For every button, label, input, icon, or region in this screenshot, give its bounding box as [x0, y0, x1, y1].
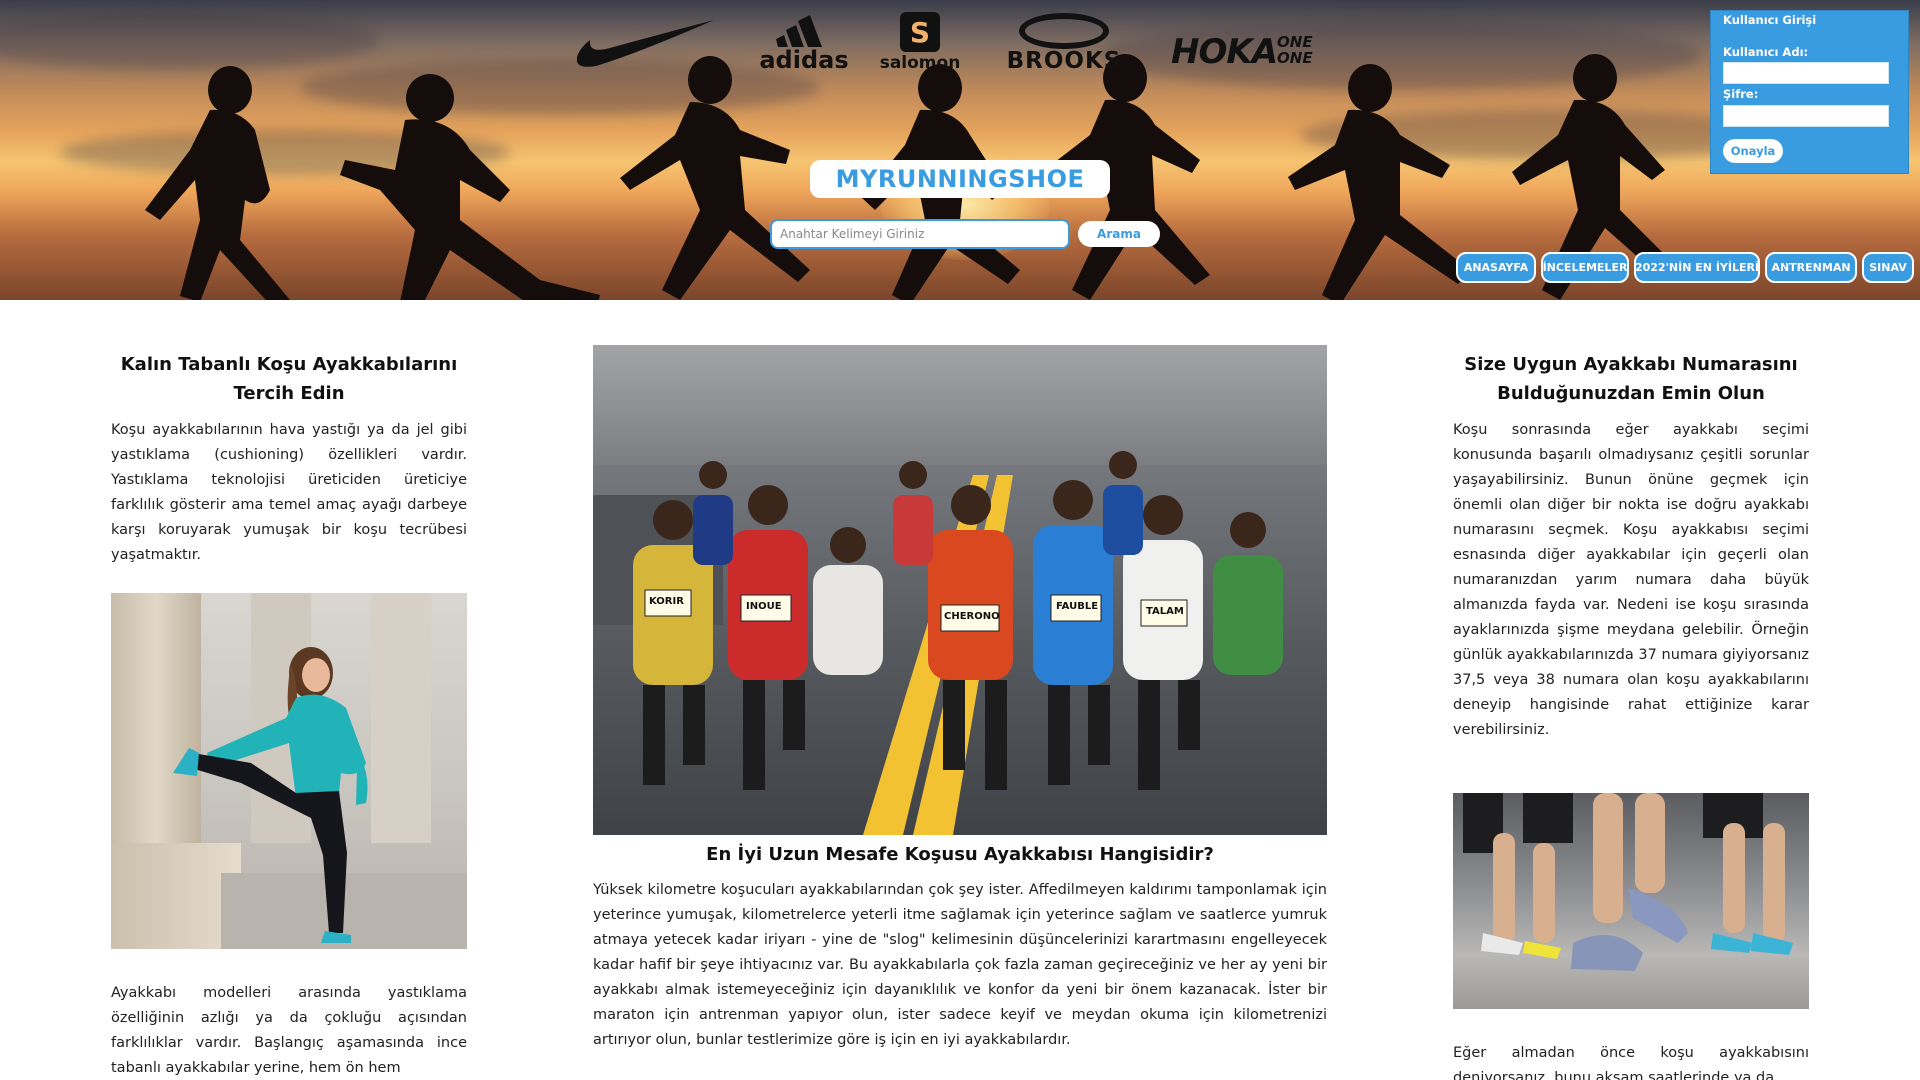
stretching-woman-photo: [111, 593, 467, 949]
right-paragraph-2: Eğer almadan önce koşu ayakkabısını deni…: [1453, 1045, 1809, 1080]
salomon-logo: S salomon: [870, 8, 970, 78]
left-paragraph-2: Ayakkabı modelleri arasında yastıklama ö…: [111, 985, 467, 1076]
site-title: MYRUNNINGSHOE: [835, 165, 1085, 193]
nav-item-antrenman[interactable]: ANTRENMAN: [1765, 252, 1857, 283]
right-paragraph-1: Koşu sonrasında eğer ayakkabı seçimi kon…: [1453, 422, 1809, 738]
center-paragraph: Yüksek kilometre koşucuları ayakkabıları…: [593, 882, 1327, 1048]
search-input[interactable]: [770, 219, 1070, 249]
header-banner: adidas S salomon BROOKS HOKA ONE ONE MYR…: [0, 0, 1920, 300]
nav-item-incelemeler[interactable]: İNCELEMELER: [1541, 252, 1629, 283]
hoka-logo: HOKA ONE ONE: [1170, 32, 1313, 72]
left-title: Kalın Tabanlı Koşu Ayakkabılarını Tercih…: [120, 354, 458, 404]
username-field[interactable]: [1723, 62, 1889, 84]
password-label: Şifre:: [1723, 87, 1759, 101]
bib-cherono: CHERONO: [944, 611, 1000, 622]
bib-korir: KORIR: [649, 596, 684, 607]
site-title-box: MYRUNNINGSHOE: [810, 160, 1110, 198]
main-nav: ANASAYFA İNCELEMELER 2022'NİN EN İYİLERİ…: [1456, 252, 1916, 283]
brooks-logo: BROOKS: [994, 8, 1134, 78]
nav-item-sinav[interactable]: SINAV: [1862, 252, 1914, 283]
runners-feet-photo: [1453, 793, 1809, 1009]
brand-logos: adidas S salomon BROOKS HOKA ONE ONE: [570, 8, 1340, 78]
nav-item-2022-en-iyileri[interactable]: 2022'NİN EN İYİLERİ: [1634, 252, 1760, 283]
login-submit-button[interactable]: Onayla: [1723, 139, 1783, 163]
left-paragraph-1: Koşu ayakkabılarının hava yastığı ya da …: [111, 422, 467, 563]
bib-inoue: INOUE: [746, 601, 782, 612]
bib-fauble: FAUBLE: [1056, 601, 1099, 612]
username-label: Kullanıcı Adı:: [1723, 45, 1809, 59]
bib-talam: TALAM: [1146, 606, 1184, 617]
swoosh-logo: [576, 20, 714, 67]
login-panel: Kullanıcı Girişi Kullanıcı Adı: Şifre: O…: [1710, 10, 1909, 174]
search-button[interactable]: Arama: [1078, 221, 1160, 247]
password-field[interactable]: [1723, 105, 1889, 127]
nav-item-anasayfa[interactable]: ANASAYFA: [1456, 252, 1536, 283]
login-title: Kullanıcı Girişi: [1723, 13, 1817, 27]
center-title: En İyi Uzun Mesafe Koşusu Ayakkabısı Han…: [706, 844, 1214, 865]
adidas-logo: adidas: [754, 8, 854, 78]
right-title: Size Uygun Ayakkabı Numarasını Bulduğunu…: [1464, 354, 1798, 404]
marathon-runners-photo: KORIR INOUE CHERONO FAUBLE TALAM: [593, 345, 1327, 835]
